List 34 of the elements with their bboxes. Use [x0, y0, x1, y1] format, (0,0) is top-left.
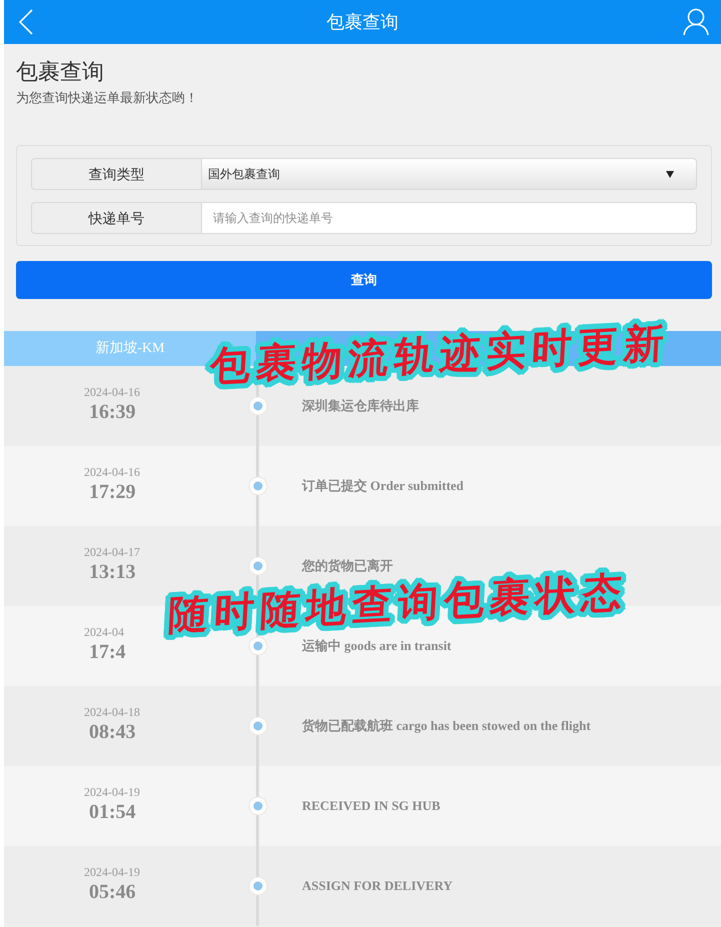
- event-description: RECEIVED IN SG HUB: [302, 797, 440, 816]
- column-header-text: 新加坡-KM: [95, 339, 165, 358]
- event-time: 05:46: [89, 881, 136, 903]
- field-label: 快递单号: [31, 202, 202, 234]
- event-description: 您的货物已离开: [302, 557, 393, 576]
- query-type-select[interactable]: 国外包裹查询: [202, 158, 697, 190]
- query-button[interactable]: 查询: [16, 261, 712, 299]
- promo-banner-text: 包裹物流轨迹实时更新: [209, 320, 671, 390]
- field-label: 查询类型: [31, 158, 202, 190]
- event-date: 2024-04-19: [84, 785, 140, 799]
- event-date: 2024-04-18: [84, 705, 140, 719]
- caret-down-icon: [666, 170, 674, 178]
- back-chevron-icon: [19, 9, 33, 35]
- event-date: 2024-04-17: [84, 545, 140, 559]
- event-description: 货物已配载航班 cargo has been stowed on the flight: [302, 717, 591, 736]
- event-time: 13:13: [89, 561, 136, 583]
- user-icon: [683, 8, 709, 36]
- event-description: 订单已提交 Order submitted: [302, 477, 464, 496]
- event-time: 08:43: [89, 721, 136, 743]
- event-date: 2024-04-16: [84, 385, 140, 399]
- page-subtitle: 为您查询快递运单最新状态哟！: [16, 89, 198, 107]
- event-time: 16:39: [89, 401, 136, 423]
- page-heading: 包裹查询: [16, 58, 104, 86]
- event-description: ASSIGN FOR DELIVERY: [302, 877, 453, 896]
- header-title: 包裹查询: [326, 10, 398, 34]
- event-description: 运输中 goods are in transit: [302, 637, 452, 656]
- event-time: 17:29: [89, 481, 136, 503]
- event-date: 2024-04: [84, 625, 124, 639]
- tracking-number-input[interactable]: 请输入查询的快递单号: [202, 202, 697, 234]
- event-time: 17:4: [89, 641, 126, 663]
- event-description: 深圳集运仓库待出库: [302, 397, 419, 416]
- event-date: 2024-04-19: [84, 865, 140, 879]
- event-time: 01:54: [89, 801, 136, 823]
- event-date: 2024-04-16: [84, 465, 140, 479]
